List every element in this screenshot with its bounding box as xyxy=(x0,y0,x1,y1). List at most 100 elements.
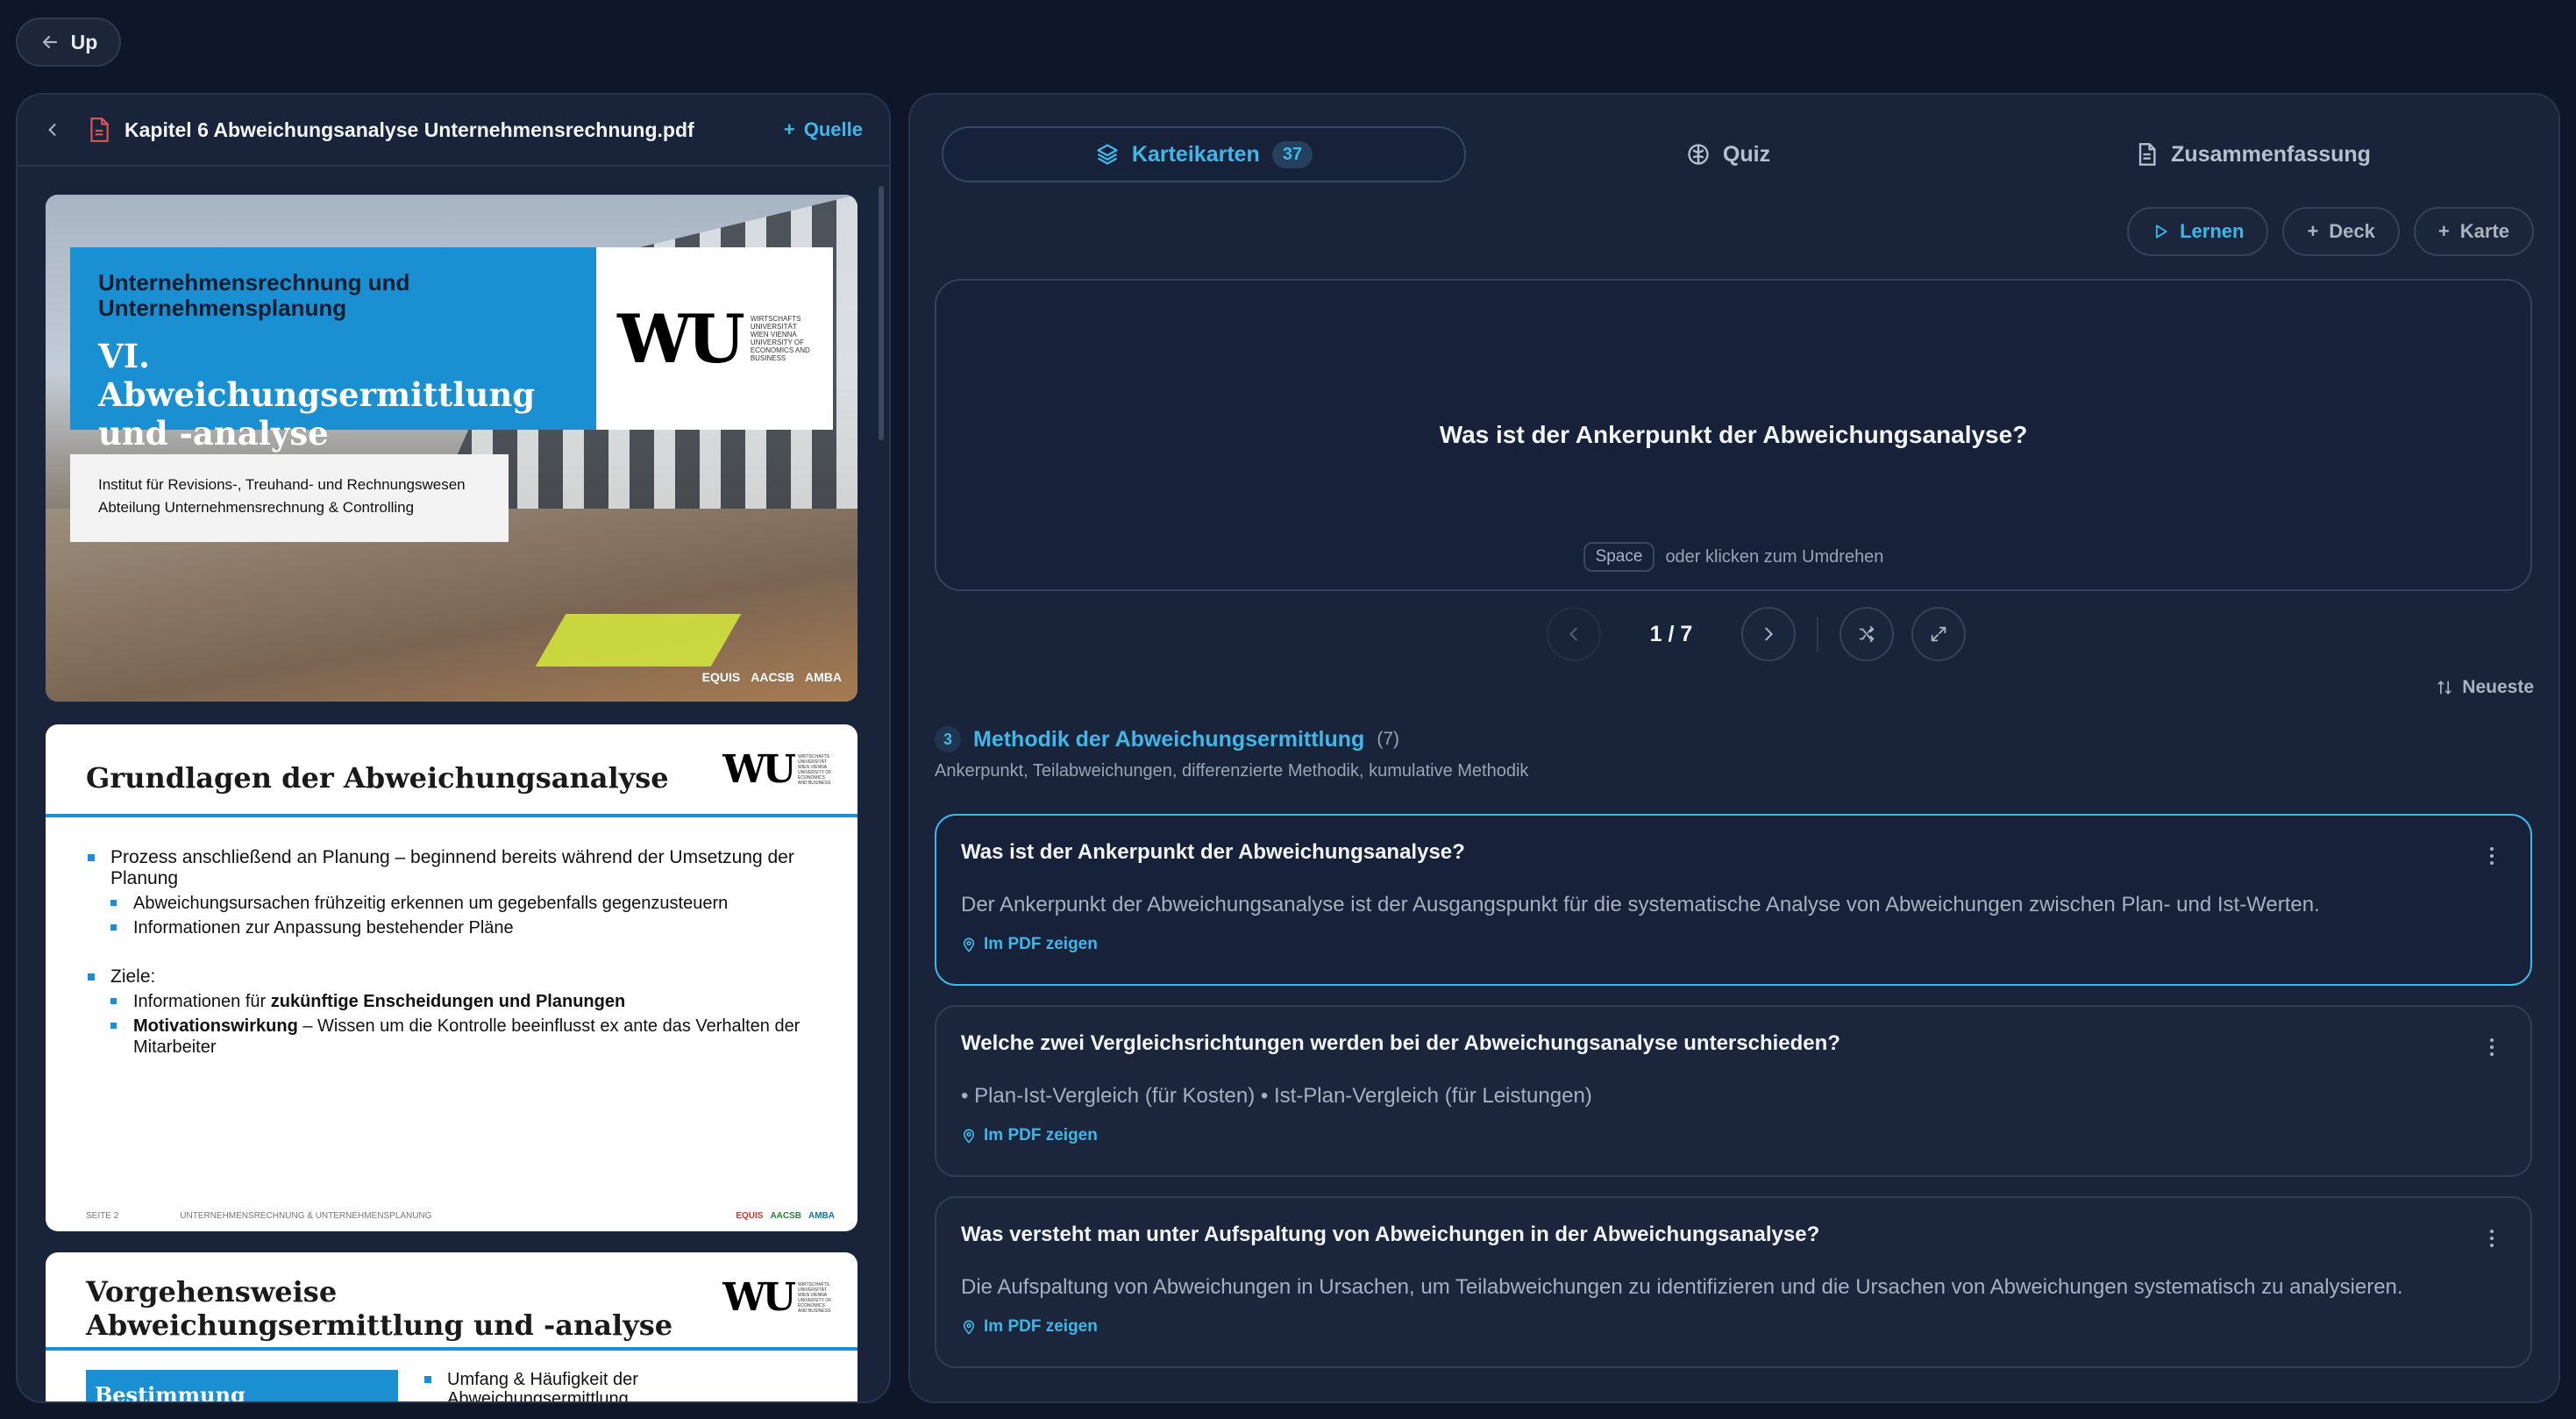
tab-bar: Karteikarten 37 Quiz Zusammenfassung xyxy=(942,126,2527,182)
equis-badge: EQUIS xyxy=(701,670,741,684)
wu-logo-caption: WIRTSCHAFTS UNIVERSITÄT WIEN VIENNA UNIV… xyxy=(798,753,832,786)
arrow-left-icon xyxy=(42,35,57,49)
next-card-button[interactable] xyxy=(1741,607,1796,661)
tab-label: Zusammenfassung xyxy=(2171,141,2371,167)
show-in-pdf-label: Im PDF zeigen xyxy=(984,1126,1098,1144)
action-row: Lernen + Deck + Karte xyxy=(2127,207,2534,256)
wu-logo: WU WIRTSCHAFTS UNIVERSITÄT WIEN VIENNA U… xyxy=(596,247,833,430)
tab-flashcards[interactable]: Karteikarten 37 xyxy=(942,126,1466,182)
layers-icon xyxy=(1097,144,1118,165)
card-list-item[interactable]: Was versteht man unter Aufspaltung von A… xyxy=(935,1196,2532,1368)
page-number: SEITE 2 xyxy=(86,1211,119,1221)
pdf-page-2: Grundlagen der Abweichungsanalyse WU WIR… xyxy=(46,724,857,1231)
chevron-left-icon[interactable] xyxy=(44,121,61,139)
flashcard-navigation: 1 / 7 xyxy=(1547,607,1966,661)
pdf-pages[interactable]: Unternehmensrechnung und Unternehmenspla… xyxy=(18,168,889,1401)
institute-line-1: Institut für Revisions-, Treuhand- und R… xyxy=(98,476,466,493)
show-in-pdf-label: Im PDF zeigen xyxy=(984,1317,1098,1336)
card-list-item[interactable]: Welche zwei Vergleichsrichtungen werden … xyxy=(935,1005,2532,1177)
learn-label: Lernen xyxy=(2180,220,2245,242)
pdf-panel: Kapitel 6 Abweichungsanalyse Unternehmen… xyxy=(16,93,891,1403)
card-count-badge: 37 xyxy=(1271,140,1313,168)
slide-title: Grundlagen der Abweichungsanalyse xyxy=(86,761,669,795)
map-pin-icon xyxy=(963,1129,975,1144)
flashcard[interactable]: Was ist der Ankerpunkt der Abweichungsan… xyxy=(935,279,2532,591)
title-block: Unternehmensrechnung und Unternehmenspla… xyxy=(70,247,596,453)
expand-icon xyxy=(1931,626,1946,642)
bullet: Ziele: xyxy=(86,966,805,988)
institute-line-2: Abteilung Unternehmensrechnung & Control… xyxy=(98,499,415,516)
sub-bullet: Informationen zur Anpassung bestehender … xyxy=(86,917,805,938)
section-count: (7) xyxy=(1377,729,1399,749)
wu-logo: WU WIRTSCHAFTS UNIVERSITÄT WIEN VIENNA U… xyxy=(722,1275,835,1320)
show-in-pdf-link[interactable]: Im PDF zeigen xyxy=(961,935,1098,954)
add-card-button[interactable]: + Karte xyxy=(2413,207,2534,256)
accreditation-badges: EQUIS AACSB AMBA xyxy=(702,670,842,684)
deck-section-header[interactable]: 3 Methodik der Abweichungsermittlung (7) xyxy=(935,726,1399,752)
pdf-header: Kapitel 6 Abweichungsanalyse Unternehmen… xyxy=(18,95,889,167)
wu-logo: WU WIRTSCHAFTS UNIVERSITÄT WIEN VIENNA U… xyxy=(722,747,835,792)
deck-label: Deck xyxy=(2329,220,2375,242)
slide-footer: SEITE 2 UNTERNEHMENSRECHNUNG & UNTERNEHM… xyxy=(86,1211,432,1221)
yellow-bench xyxy=(535,614,742,667)
tab-summary[interactable]: Zusammenfassung xyxy=(1990,126,2515,182)
bullet: Umfang & Häufigkeit der Abweichungsermit… xyxy=(423,1370,686,1401)
fullscreen-button[interactable] xyxy=(1911,607,1966,661)
slide-title: VI. Abweichungsermittlung und -analyse xyxy=(98,337,536,453)
pdf-page-3: Vorgehensweise Abweichungsermittlung und… xyxy=(46,1252,857,1401)
previous-card-button[interactable] xyxy=(1547,607,1601,661)
add-deck-button[interactable]: + Deck xyxy=(2282,207,2400,256)
institute-block: Institut für Revisions-, Treuhand- und R… xyxy=(70,454,509,542)
slide-bullets: Prozess anschließend an Planung – beginn… xyxy=(86,847,805,1061)
map-pin-icon xyxy=(963,1320,975,1335)
brain-icon xyxy=(1688,144,1709,165)
pdf-file-name: Kapitel 6 Abweichungsanalyse Unternehmen… xyxy=(125,118,694,141)
pdf-page-1: Unternehmensrechnung und Unternehmenspla… xyxy=(46,195,857,702)
add-source-button[interactable]: + Quelle xyxy=(784,118,863,141)
sub-bullet: Motivationswirkung – Wissen um die Kontr… xyxy=(86,1016,805,1058)
more-options-icon[interactable] xyxy=(2488,847,2495,865)
aacsb-badge: AACSB xyxy=(751,670,794,684)
card-answer: • Plan-Ist-Vergleich (für Kosten) • Ist-… xyxy=(961,1084,1592,1108)
show-in-pdf-link[interactable]: Im PDF zeigen xyxy=(961,1317,1098,1337)
learn-button[interactable]: Lernen xyxy=(2127,207,2269,256)
up-button[interactable]: Up xyxy=(16,18,121,67)
sort-label: Neueste xyxy=(2462,677,2534,697)
show-in-pdf-link[interactable]: Im PDF zeigen xyxy=(961,1126,1098,1145)
sort-button[interactable]: Neueste xyxy=(2436,677,2534,698)
play-icon xyxy=(2155,225,2167,239)
course-name: UNTERNEHMENSRECHNUNG & UNTERNEHMENSPLANU… xyxy=(180,1211,432,1221)
wu-logo-mark: WU xyxy=(722,747,796,792)
sub-bullet: Informationen für zukünftige Enscheidung… xyxy=(86,991,805,1012)
flip-hint-text: oder klicken zum Umdrehen xyxy=(1665,546,1884,567)
section-tags: Ankerpunkt, Teilabweichungen, differenzi… xyxy=(935,761,1529,781)
plus-icon: + xyxy=(2437,220,2450,242)
sub-bullet-text: Informationen für xyxy=(133,992,271,1011)
up-label: Up xyxy=(70,30,98,53)
card-list-item[interactable]: Was ist der Ankerpunkt der Abweichungsan… xyxy=(935,814,2532,986)
flip-hint: Space oder klicken zum Umdrehen xyxy=(936,542,2530,572)
sub-bullet-bold: zukünftige Enscheidungen und Planungen xyxy=(270,992,626,1011)
space-key: Space xyxy=(1583,542,1655,572)
slide-subtitle: Unternehmensrechnung und Unternehmenspla… xyxy=(98,269,410,321)
card-position: 1 / 7 xyxy=(1649,621,1693,646)
wu-logo-caption: WIRTSCHAFTS UNIVERSITÄT WIEN VIENNA UNIV… xyxy=(798,1281,832,1314)
chevron-right-icon xyxy=(1765,627,1774,641)
accreditation-badges: EQUIS AACSB AMBA xyxy=(736,1211,835,1221)
tab-label: Karteikarten xyxy=(1131,141,1260,167)
tab-quiz[interactable]: Quiz xyxy=(1466,126,1990,182)
more-options-icon[interactable] xyxy=(2488,1038,2495,1056)
section-title: Methodik der Abweichungsermittlung xyxy=(973,726,1365,752)
shuffle-icon xyxy=(1859,625,1875,643)
add-source-label: Quelle xyxy=(803,118,863,140)
divider xyxy=(46,814,857,817)
sub-bullet: Abweichungsursachen frühzeitig erkennen … xyxy=(86,893,805,914)
divider xyxy=(1817,617,1818,652)
chevron-left-icon xyxy=(1569,627,1577,641)
flashcard-question: Was ist der Ankerpunkt der Abweichungsan… xyxy=(1439,421,2028,448)
shuffle-button[interactable] xyxy=(1839,607,1894,661)
card-question: Welche zwei Vergleichsrichtungen werden … xyxy=(961,1031,1840,1055)
scrollbar[interactable] xyxy=(879,186,884,440)
more-options-icon[interactable] xyxy=(2488,1230,2495,1247)
study-panel: Karteikarten 37 Quiz Zusammenfassung Ler… xyxy=(908,93,2560,1403)
